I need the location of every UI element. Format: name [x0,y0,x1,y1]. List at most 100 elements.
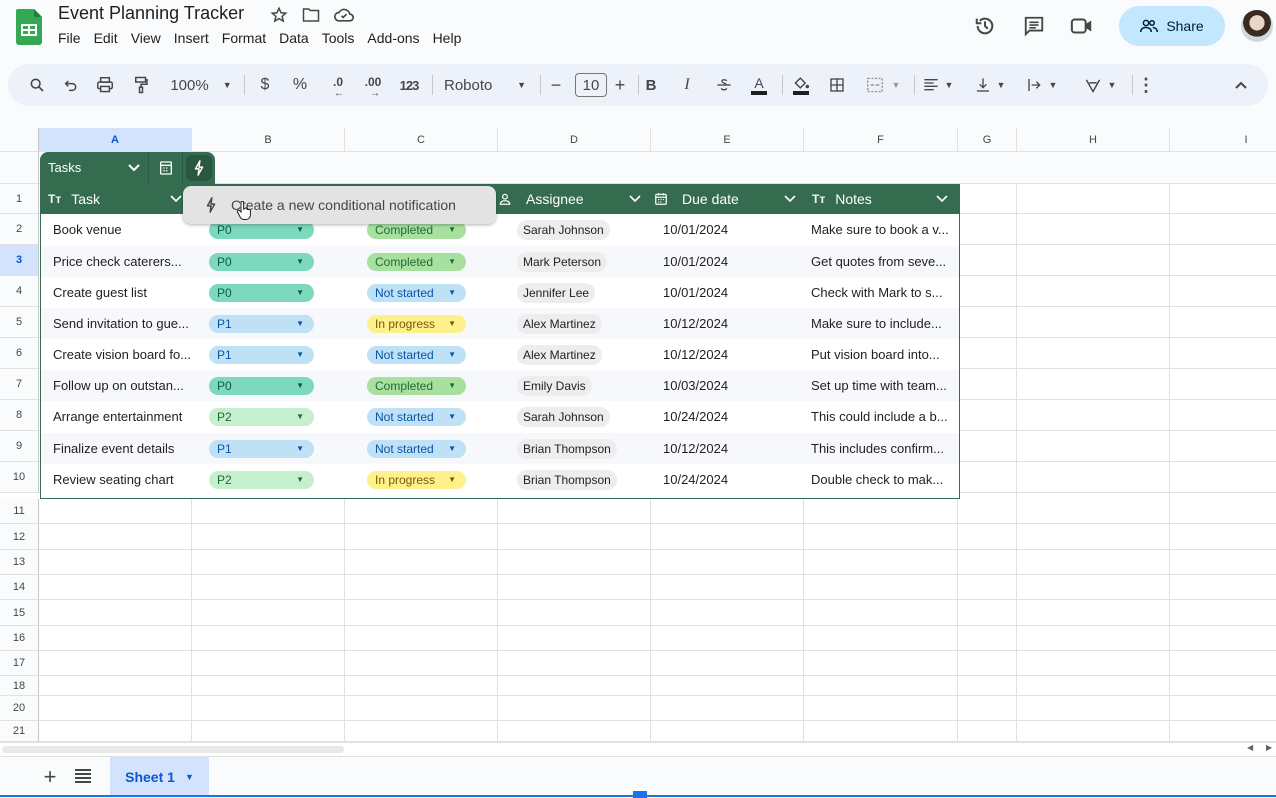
column-assignee-header[interactable]: Assignee [498,184,651,214]
row-header-13[interactable]: 13 [0,550,39,575]
currency-format-button[interactable]: $ [256,64,274,106]
comments-icon[interactable] [1020,12,1048,40]
row-header-15[interactable]: 15 [0,600,39,626]
cell-assignee[interactable]: Emily Davis [517,370,667,401]
caret-down-icon[interactable]: ▼ [448,257,456,266]
cell-assignee[interactable]: Brian Thompson [517,464,667,495]
caret-down-icon[interactable]: ▼ [448,475,456,484]
priority[interactable]: P0 ▼ [209,246,318,277]
cell-notes[interactable]: Put vision board into... [811,339,957,370]
number-format-button[interactable]: 123 [397,64,421,106]
history-icon[interactable] [971,12,999,40]
sheets-logo-icon[interactable] [16,9,42,45]
add-sheet-icon[interactable]: + [40,764,60,789]
table-row[interactable]: Review seating chart P2 ▼ In progress ▼ Brian… [41,464,959,495]
status[interactable]: Not started ▼ [367,339,470,370]
table-name[interactable]: Tasks [48,160,81,175]
column-notes-header[interactable]: Tт Notes [812,184,958,214]
menu-format[interactable]: Format [222,30,273,46]
column-header-c[interactable]: C [345,128,498,152]
table-view-icon[interactable] [158,160,174,176]
assignee-chip[interactable]: Jennifer Lee [517,282,596,303]
italic-button[interactable]: I [678,64,696,106]
horizontal-scrollbar[interactable]: ◀ ▶ [0,742,1276,756]
cell-due-date[interactable]: 10/01/2024 [663,214,803,245]
row-header-9[interactable]: 9 [0,431,39,462]
avatar[interactable] [1241,10,1273,42]
all-sheets-icon[interactable] [74,769,92,785]
cell-assignee[interactable]: Sarah Johnson [517,214,667,245]
sheet-tab-sheet-1[interactable]: Sheet 1 ▼ [110,757,209,797]
row-header-11[interactable]: 11 [0,499,39,524]
status[interactable]: In progress ▼ [367,308,470,339]
cell-task[interactable]: Arrange entertainment [53,401,193,432]
more-options-icon[interactable]: ⋮ [1137,64,1155,106]
cell-task[interactable]: Create vision board fo... [53,339,193,370]
cell-task[interactable]: Price check caterers... [53,246,193,277]
caret-down-icon[interactable]: ▼ [448,381,456,390]
cell-due-date[interactable]: 10/01/2024 [663,277,803,308]
priority[interactable]: P1 ▼ [209,339,318,370]
cell-task[interactable]: Send invitation to gue... [53,308,193,339]
assignee-chip[interactable]: Alex Martinez [517,313,602,334]
increase-font-size-button[interactable]: + [610,64,630,106]
cloud-saved-icon[interactable] [333,4,355,26]
cell-assignee[interactable]: Brian Thompson [517,433,667,464]
caret-down-icon[interactable]: ▼ [448,350,456,359]
row-header-20[interactable]: 20 [0,696,39,721]
chevron-down-icon[interactable] [170,195,182,203]
meet-icon[interactable] [1068,12,1096,40]
priority-chip[interactable]: P0 ▼ [209,283,314,302]
status-chip[interactable]: Completed ▼ [367,376,466,395]
caret-down-icon[interactable]: ▼ [296,288,304,297]
folder-icon[interactable] [300,4,322,26]
caret-down-icon[interactable]: ▼ [296,319,304,328]
cell-assignee[interactable]: Alex Martinez [517,339,667,370]
row-header-10[interactable]: 10 [0,462,39,493]
chevron-down-icon[interactable] [128,164,140,172]
status-chip[interactable]: Completed ▼ [367,252,466,271]
column-header-i[interactable]: I [1170,128,1276,152]
font-select[interactable]: Roboto ▼ [442,64,528,106]
table-row[interactable]: Create vision board fo... P1 ▼ Not started ▼… [41,339,959,370]
share-button[interactable]: Share [1119,6,1225,46]
table-row[interactable]: Price check caterers... P0 ▼ Completed ▼ Mark… [41,246,959,277]
row-header-1[interactable]: 1 [0,184,39,214]
cell-due-date[interactable]: 10/24/2024 [663,401,803,432]
assignee-chip[interactable]: Emily Davis [517,375,592,396]
status-chip[interactable]: Not started ▼ [367,283,466,302]
row-header-6[interactable]: 6 [0,338,39,369]
cell-notes[interactable]: Make sure to book a v... [811,214,957,245]
menu-data[interactable]: Data [279,30,316,46]
chevron-down-icon[interactable] [629,195,641,203]
status[interactable]: Completed ▼ [367,246,470,277]
row-header-17[interactable]: 17 [0,651,39,676]
text-color-button[interactable]: A [749,64,769,106]
table-row[interactable]: Arrange entertainment P2 ▼ Not started ▼ Sara… [41,401,959,432]
caret-down-icon[interactable]: ▼ [296,444,304,453]
font-size-input[interactable]: 10 [574,64,608,106]
row-header-2[interactable]: 2 [0,214,39,245]
search-menus-icon[interactable] [26,64,48,106]
fill-color-icon[interactable] [790,64,812,106]
cell-task[interactable]: Follow up on outstan... [53,370,193,401]
status-chip[interactable]: Not started ▼ [367,439,466,458]
decrease-decimal-button[interactable]: .0 ← [326,64,350,106]
assignee-chip[interactable]: Sarah Johnson [517,219,610,240]
chevron-down-icon[interactable] [784,195,796,203]
merge-cells-icon[interactable]: ▼ [860,64,906,106]
cell-due-date[interactable]: 10/12/2024 [663,433,803,464]
priority-chip[interactable]: P1 ▼ [209,314,314,333]
cell-notes[interactable]: This includes confirm... [811,433,957,464]
caret-down-icon[interactable]: ▼ [448,288,456,297]
decrease-font-size-button[interactable]: − [546,64,566,106]
caret-down-icon[interactable]: ▼ [448,225,456,234]
horizontal-align-icon[interactable]: ▼ [920,64,956,106]
row-header-3[interactable]: 3 [0,245,39,276]
column-header-f[interactable]: F [804,128,958,152]
table-row[interactable]: Follow up on outstan... P0 ▼ Completed ▼ Emil… [41,370,959,401]
cell-assignee[interactable]: Alex Martinez [517,308,667,339]
cell-notes[interactable]: Check with Mark to s... [811,277,957,308]
caret-down-icon[interactable]: ▼ [296,350,304,359]
priority-chip[interactable]: P2 ▼ [209,407,314,426]
